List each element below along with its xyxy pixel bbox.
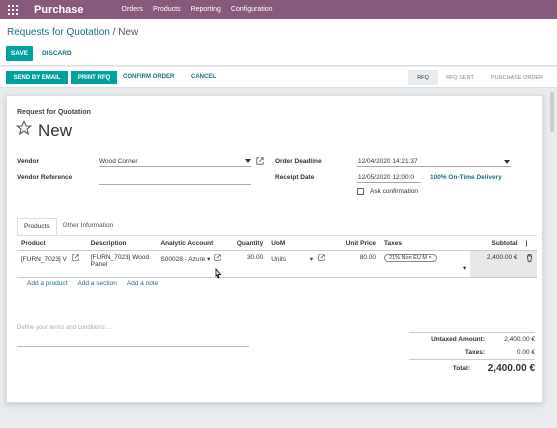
vendor-reference-label: Vendor Reference — [17, 174, 73, 181]
vendor-field[interactable]: Wood Corner — [99, 158, 138, 165]
total-value: 2,400.00 € — [487, 363, 535, 374]
vendor-field-underline — [99, 166, 251, 167]
record-title: New — [38, 121, 73, 140]
on-time-delivery-badge[interactable]: 100% On-Time Delivery — [430, 174, 502, 181]
taxes-label: Taxes: — [464, 349, 485, 356]
description-line-1[interactable]: [FURN_7023] Wood — [91, 254, 153, 261]
star-icon[interactable] — [15, 119, 33, 138]
untaxed-row: Untaxed Amount: 2,400.00 € — [409, 333, 535, 346]
product-cell[interactable]: [FURN_7023] V — [17, 250, 87, 278]
uom-caret-icon[interactable]: ▾ — [310, 256, 313, 263]
order-lines-table: Product Description Analytic Account Qua… — [17, 238, 537, 278]
taxes-caret-icon[interactable]: ▾ — [384, 264, 466, 272]
print-rfq-button[interactable]: PRINT RFQ — [71, 71, 117, 84]
breadcrumb-separator: / — [112, 27, 116, 38]
breadcrumb-parent[interactable]: Requests for Quotation — [7, 27, 110, 38]
description-cell[interactable]: [FURN_7023] Wood Panel — [86, 250, 157, 278]
cancel-button[interactable]: CANCEL — [191, 74, 216, 80]
breadcrumb-current: New — [118, 27, 139, 38]
uom-value[interactable]: Units — [271, 256, 286, 263]
stage-rfq[interactable]: RFQ — [408, 70, 438, 85]
col-uom[interactable]: UoM — [267, 238, 339, 251]
tab-products[interactable]: Products — [17, 218, 57, 235]
taxes-row: Taxes: 0.00 € — [409, 346, 535, 359]
analytic-caret-icon[interactable]: ▾ — [207, 256, 210, 263]
breadcrumb: Requests for Quotation / New — [7, 27, 138, 38]
col-taxes[interactable]: Taxes — [380, 238, 471, 251]
receipt-date-label: Receipt Date — [275, 174, 315, 181]
trash-icon[interactable] — [521, 250, 537, 278]
product-external-link-icon[interactable] — [72, 253, 79, 263]
order-deadline-underline — [357, 166, 511, 167]
dropdown-caret-icon[interactable] — [245, 159, 251, 166]
untaxed-value: 2,400.00 € — [504, 336, 535, 343]
menu-products[interactable]: Products — [153, 6, 181, 13]
apps-grid-icon[interactable] — [8, 4, 18, 15]
terms-and-conditions-field[interactable]: Define your terms and conditions ... — [17, 325, 249, 347]
menu-reporting[interactable]: Reporting — [191, 6, 221, 13]
form-sheet: Request for Quotation New Vendor Wood Co… — [6, 95, 543, 403]
tax-tag[interactable]: 21% Non EU M × — [384, 253, 437, 262]
table-header-row: Product Description Analytic Account Qua… — [17, 238, 537, 251]
menu-orders[interactable]: Orders — [122, 6, 143, 13]
taxes-value: 0.00 € — [516, 349, 535, 356]
top-navbar: Purchase Orders Products Reporting Confi… — [0, 0, 557, 19]
col-analytic-account[interactable]: Analytic Account — [156, 238, 227, 251]
analytic-value[interactable]: S00028 - Azure — [160, 256, 205, 263]
totals-summary: Untaxed Amount: 2,400.00 € Taxes: 0.00 €… — [409, 332, 535, 377]
external-link-icon[interactable] — [256, 157, 264, 167]
order-deadline-label: Order Deadline — [275, 158, 322, 165]
menu-configuration[interactable]: Configuration — [231, 6, 273, 13]
product-value[interactable]: [FURN_7023] V — [21, 256, 67, 263]
quantity-cell[interactable]: 30.00 — [226, 250, 268, 278]
subtotal-cell: 2,400.00 € — [470, 250, 522, 278]
save-button[interactable]: SAVE — [6, 46, 33, 61]
order-deadline-caret-icon[interactable] — [504, 160, 510, 167]
col-subtotal[interactable]: Subtotal — [470, 238, 522, 251]
ask-confirmation-label: Ask confirmation — [370, 188, 419, 195]
add-links: Add a product Add a section Add a note — [27, 280, 166, 287]
page-scrollbar[interactable] — [550, 92, 554, 132]
remove-tag-icon[interactable]: × — [428, 255, 431, 261]
add-product-link[interactable]: Add a product — [27, 280, 67, 287]
tab-other-information[interactable]: Other Information — [56, 218, 120, 235]
add-section-link[interactable]: Add a section — [77, 280, 116, 287]
vendor-label: Vendor — [17, 158, 40, 165]
send-by-email-button[interactable]: SEND BY EMAIL — [6, 71, 68, 84]
col-description[interactable]: Description — [86, 238, 157, 251]
col-options[interactable]: | — [521, 238, 537, 251]
col-unit-price[interactable]: Unit Price — [339, 238, 381, 251]
add-note-link[interactable]: Add a note — [127, 280, 158, 287]
table-row[interactable]: [FURN_7023] V [FURN_7023] Wood Panel S00… — [17, 250, 537, 278]
total-label: Total: — [452, 365, 470, 372]
unit-price-cell[interactable]: 80.00 — [339, 250, 381, 278]
app-name[interactable]: Purchase — [34, 4, 84, 16]
form-header-label: Request for Quotation — [17, 109, 91, 116]
ask-confirmation-checkbox[interactable] — [357, 188, 364, 195]
order-deadline-field[interactable]: 12/04/2020 14:21:37 — [358, 158, 418, 165]
col-product[interactable]: Product — [17, 238, 87, 251]
uom-cell[interactable]: Units ▾ — [267, 250, 339, 278]
discard-button[interactable]: DISCARD — [42, 50, 72, 57]
col-quantity[interactable]: Quantity — [226, 238, 268, 251]
control-panel: Requests for Quotation / New SAVE DISCAR… — [0, 19, 557, 66]
stage-rfq-sent[interactable]: RFQ SENT — [440, 70, 480, 85]
total-row: Total: 2,400.00 € — [409, 359, 535, 377]
vendor-reference-underline — [99, 184, 251, 185]
taxes-cell[interactable]: 21% Non EU M × ▾ — [380, 250, 471, 278]
notebook-tabs: Products Other Information — [17, 218, 120, 235]
uom-external-link-icon[interactable] — [318, 253, 325, 263]
receipt-date-field[interactable]: 12/05/2020 12:00:0 — [358, 174, 414, 181]
vendor-reference-field[interactable] — [99, 174, 251, 183]
confirm-order-button[interactable]: CONFIRM ORDER — [123, 74, 174, 80]
status-bar: SEND BY EMAIL PRINT RFQ CONFIRM ORDER CA… — [0, 67, 557, 88]
analytic-external-link-icon[interactable] — [214, 253, 221, 263]
untaxed-label: Untaxed Amount: — [431, 336, 485, 343]
mouse-cursor-icon — [214, 267, 223, 282]
tax-tag-label: 21% Non EU M — [389, 254, 427, 261]
description-line-2[interactable]: Panel — [91, 261, 153, 268]
stage-purchase-order[interactable]: PURCHASE ORDER — [484, 70, 550, 85]
receipt-date-underline — [357, 182, 421, 183]
tabs-divider — [17, 235, 537, 236]
